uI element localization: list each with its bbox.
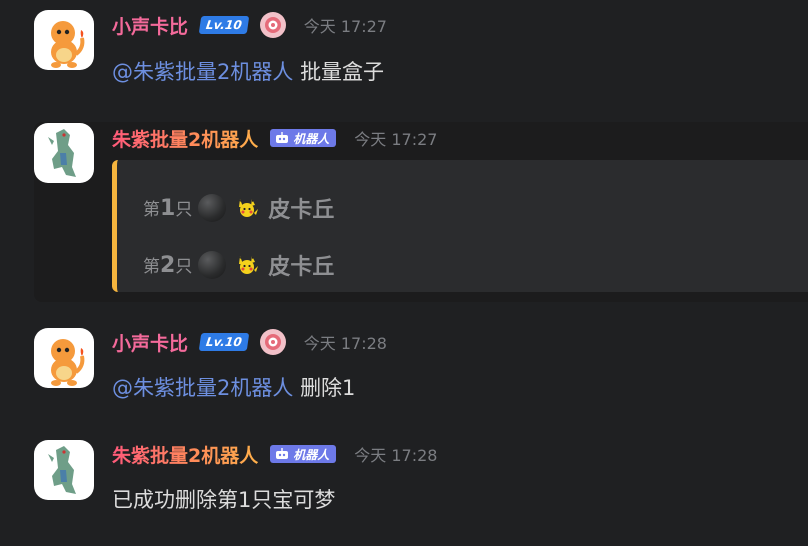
charmander-avatar-icon[interactable]: [34, 10, 94, 70]
robot-icon: [276, 132, 289, 143]
level-badge: Lv.10: [198, 333, 250, 351]
mention-link[interactable]: @朱紫批量2机器人: [112, 60, 293, 84]
medal-icon: [259, 329, 286, 355]
timestamp: 今天 17:28: [303, 334, 387, 353]
message-body: 已成功删除第1只宝可梦: [112, 488, 336, 512]
embed-row-1: 第1只 皮卡丘: [143, 192, 334, 224]
pokemon-name: 皮卡丘: [268, 255, 335, 280]
message-text: @朱紫批量2机器人 删除1: [112, 372, 355, 402]
charmander-avatar-icon[interactable]: [34, 328, 94, 388]
pikachu-icon: [239, 199, 259, 217]
timestamp: 今天 17:27: [354, 130, 438, 149]
username[interactable]: 小声卡比: [112, 329, 188, 356]
message-body: 删除1: [300, 376, 356, 400]
timestamp: 今天 17:28: [354, 446, 438, 465]
row-ordinal: 第2只: [143, 253, 193, 278]
tyranitar-avatar-icon[interactable]: [34, 123, 94, 183]
tyranitar-avatar-icon[interactable]: [34, 440, 94, 500]
pikachu-icon: [239, 256, 259, 274]
pokeball-icon: [198, 194, 227, 222]
bot-username[interactable]: 朱紫批量2机器人: [112, 441, 258, 468]
bot-badge-label: 机器人: [293, 131, 330, 146]
pokemon-name: 皮卡丘: [268, 198, 335, 223]
robot-icon: [276, 448, 289, 459]
pokeball-icon: [198, 251, 227, 279]
mention-link[interactable]: @朱紫批量2机器人: [112, 376, 293, 400]
bot-badge-label: 机器人: [293, 447, 330, 462]
medal-icon: [259, 12, 286, 38]
embed-card: 第1只 皮卡丘 第2只 皮卡丘: [112, 160, 808, 292]
bot-badge: 机器人: [270, 129, 337, 147]
username[interactable]: 小声卡比: [112, 12, 188, 39]
bot-username[interactable]: 朱紫批量2机器人: [112, 125, 258, 152]
embed-row-2: 第2只 皮卡丘: [143, 249, 334, 281]
timestamp: 今天 17:27: [303, 17, 387, 36]
bot-badge: 机器人: [270, 445, 337, 463]
level-badge: Lv.10: [198, 16, 250, 34]
message-body: 批量盒子: [300, 60, 385, 84]
row-ordinal: 第1只: [143, 196, 193, 221]
message-text: @朱紫批量2机器人 批量盒子: [112, 56, 384, 86]
